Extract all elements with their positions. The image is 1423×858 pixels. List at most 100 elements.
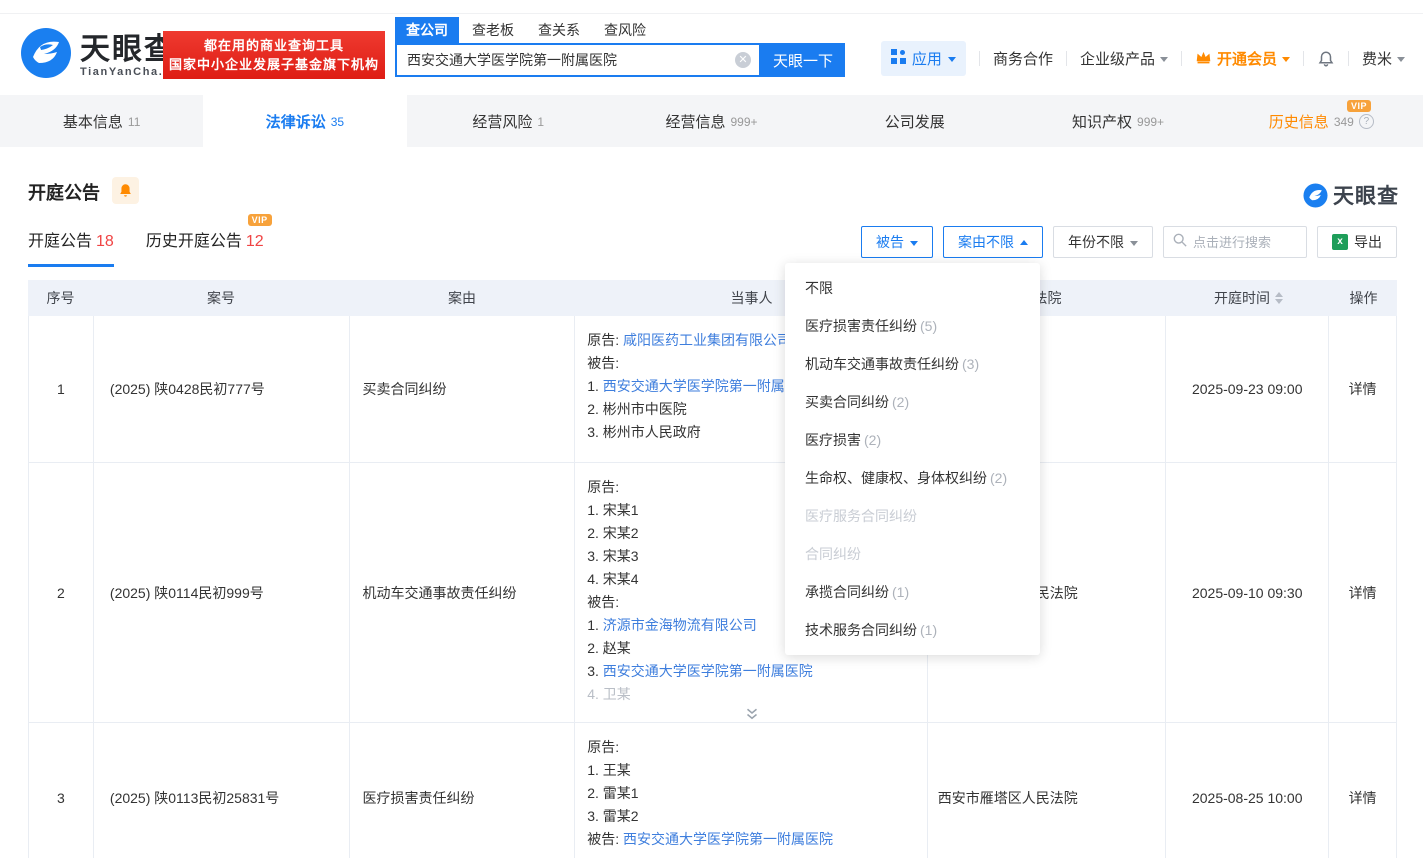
col-header-time[interactable]: 开庭时间 (1167, 280, 1330, 316)
dropdown-item-label: 技术服务合同纠纷 (805, 620, 917, 640)
notification-bell[interactable] (1317, 50, 1335, 68)
clear-search-icon[interactable]: ✕ (735, 52, 751, 68)
party-company-link[interactable]: 西安交通大学医学院第一附属医院 (603, 663, 813, 679)
dropdown-item[interactable]: 承揽合同纠纷 (1) (785, 573, 1040, 611)
party-label: 2. 宋某2 (587, 525, 638, 541)
dropdown-item-label: 医疗损害 (805, 430, 861, 450)
table-row: 1(2025) 陕0428民初777号买卖合同纠纷原告: 咸阳医药工业集团有限公… (28, 316, 1397, 463)
chevron-down-icon (910, 241, 918, 246)
party-line: 4. 卫某 (587, 683, 917, 706)
search-input[interactable] (395, 43, 761, 77)
nav-cooperation[interactable]: 商务合作 (993, 48, 1053, 69)
dropdown-item-label: 生命权、健康权、身体权纠纷 (805, 468, 987, 488)
dropdown-item[interactable]: 生命权、健康权、身体权纠纷 (2) (785, 459, 1040, 497)
party-label: 原告: (587, 479, 619, 495)
tab-intellectual-property[interactable]: 知识产权999+ (1016, 95, 1219, 147)
dropdown-item-count: (2) (864, 432, 881, 448)
search-tab-risk[interactable]: 查风险 (593, 17, 657, 43)
dropdown-item-label: 医疗服务合同纠纷 (805, 506, 917, 526)
tab-history-info[interactable]: VIP 历史信息349 ? (1220, 95, 1423, 147)
party-company-link[interactable]: 西安交通大学医学院第一附属医院 (603, 378, 813, 394)
subtab-hearing-announcements[interactable]: 开庭公告18 (28, 227, 114, 267)
party-line: 2. 雷某1 (587, 782, 917, 805)
dropdown-item[interactable]: 医疗损害责任纠纷 (5) (785, 307, 1040, 345)
party-label: 1. (587, 617, 603, 633)
dropdown-item: 合同纠纷 (785, 535, 1040, 573)
party-label: 3. 雷某2 (587, 808, 638, 824)
defendant-filter[interactable]: 被告 (861, 226, 933, 258)
top-header: 天眼查 TianYanCha.com 都在用的商业查询工具 国家中小企业发展子基… (0, 13, 1423, 95)
search-tab-boss[interactable]: 查老板 (461, 17, 525, 43)
cause-filter[interactable]: 案由不限 (943, 226, 1043, 258)
case-number-link[interactable]: (2025) 陕0428民初777号 (110, 379, 265, 399)
party-company-link[interactable]: 济源市金海物流有限公司 (603, 617, 757, 633)
parties-cell: 原告:1. 王某2. 雷某13. 雷某2被告: 西安交通大学医学院第一附属医院 (575, 723, 928, 858)
dropdown-item-label: 不限 (805, 278, 833, 298)
divider (1303, 51, 1304, 66)
search-icon (1173, 233, 1187, 252)
apps-menu[interactable]: 应用 (881, 41, 966, 76)
party-company-link[interactable]: 西安交通大学医学院第一附属医院 (623, 831, 833, 847)
vip-badge: VIP (248, 214, 272, 226)
dropdown-item-label: 承揽合同纠纷 (805, 582, 889, 602)
dropdown-item[interactable]: 技术服务合同纠纷 (1) (785, 611, 1040, 649)
search-button[interactable]: 天眼一下 (761, 43, 845, 77)
dropdown-item[interactable]: 买卖合同纠纷 (2) (785, 383, 1040, 421)
user-menu[interactable]: 费米 (1362, 48, 1405, 69)
table-row: 2(2025) 陕0114民初999号机动车交通事故责任纠纷原告:1. 宋某12… (28, 463, 1397, 723)
detail-link[interactable]: 详情 (1349, 379, 1377, 399)
list-search-input[interactable] (1193, 235, 1293, 250)
row-number: 3 (29, 723, 94, 858)
divider (1348, 51, 1349, 66)
table-row: 3(2025) 陕0113民初25831号医疗损害责任纠纷原告:1. 王某2. … (28, 723, 1397, 858)
case-number-link[interactable]: (2025) 陕0114民初999号 (110, 583, 264, 603)
company-tabs: 基本信息11 法律诉讼35 经营风险1 经营信息999+ 公司发展 知识产权99… (0, 95, 1423, 147)
chevron-down-icon (1130, 241, 1138, 246)
dropdown-item[interactable]: 不限 (785, 269, 1040, 307)
chevron-up-icon (1020, 240, 1028, 245)
party-label: 3. 宋某3 (587, 548, 638, 564)
export-button[interactable]: x 导出 (1317, 226, 1397, 258)
subtab-history-hearing-announcements[interactable]: 历史开庭公告12 VIP (146, 227, 264, 267)
chevron-down-icon (1397, 57, 1405, 62)
tab-basic-info[interactable]: 基本信息11 (0, 95, 203, 147)
row-number: 2 (29, 463, 94, 722)
dropdown-item-count: (2) (892, 394, 909, 410)
cause-dropdown-menu: 不限医疗损害责任纠纷 (5)机动车交通事故责任纠纷 (3)买卖合同纠纷 (2)医… (785, 263, 1040, 655)
party-line: 被告: 西安交通大学医学院第一附属医院 (587, 828, 917, 851)
help-icon[interactable]: ? (1359, 114, 1374, 129)
cause-cell: 机动车交通事故责任纠纷 (350, 463, 576, 722)
announcement-subtabs: 开庭公告18 历史开庭公告12 VIP (28, 227, 264, 267)
year-filter[interactable]: 年份不限 (1053, 226, 1153, 258)
case-number-link[interactable]: (2025) 陕0113民初25831号 (110, 788, 279, 808)
action-cell: 详情 (1329, 316, 1396, 462)
party-company-link[interactable]: 咸阳医药工业集团有限公司 (623, 332, 791, 348)
party-label: 4. 宋某4 (587, 571, 638, 587)
table-body: 1(2025) 陕0428民初777号买卖合同纠纷原告: 咸阳医药工业集团有限公… (28, 316, 1397, 858)
tianyancha-logo-icon (1303, 183, 1328, 208)
subscribe-bell-icon[interactable] (112, 177, 139, 204)
dropdown-item[interactable]: 医疗损害 (2) (785, 421, 1040, 459)
dropdown-item-label: 医疗损害责任纠纷 (805, 316, 917, 336)
detail-link[interactable]: 详情 (1349, 583, 1377, 603)
nav-enterprise[interactable]: 企业级产品 (1080, 48, 1168, 69)
dropdown-item-count: (5) (920, 318, 937, 334)
search-tab-company[interactable]: 查公司 (395, 17, 459, 43)
detail-link[interactable]: 详情 (1349, 788, 1377, 808)
sort-icon[interactable] (1275, 292, 1283, 304)
tab-legal-proceedings[interactable]: 法律诉讼35 (203, 95, 406, 147)
dropdown-item[interactable]: 机动车交通事故责任纠纷 (3) (785, 345, 1040, 383)
party-label: 3. (587, 663, 603, 679)
divider (1066, 51, 1067, 66)
tab-operation-risk[interactable]: 经营风险1 (407, 95, 610, 147)
tab-company-development[interactable]: 公司发展 (813, 95, 1016, 147)
col-header-no: 序号 (28, 280, 93, 316)
tab-operation-info[interactable]: 经营信息999+ (610, 95, 813, 147)
search-tab-relation[interactable]: 查关系 (527, 17, 591, 43)
nav-open-vip[interactable]: 开通会员 (1195, 48, 1290, 69)
promo-line1: 都在用的商业查询工具 (163, 36, 385, 55)
dropdown-item-label: 买卖合同纠纷 (805, 392, 889, 412)
col-header-action: 操作 (1330, 280, 1397, 316)
case-number-cell: (2025) 陕0428民初777号 (94, 316, 350, 462)
vip-badge: VIP (1347, 100, 1371, 112)
